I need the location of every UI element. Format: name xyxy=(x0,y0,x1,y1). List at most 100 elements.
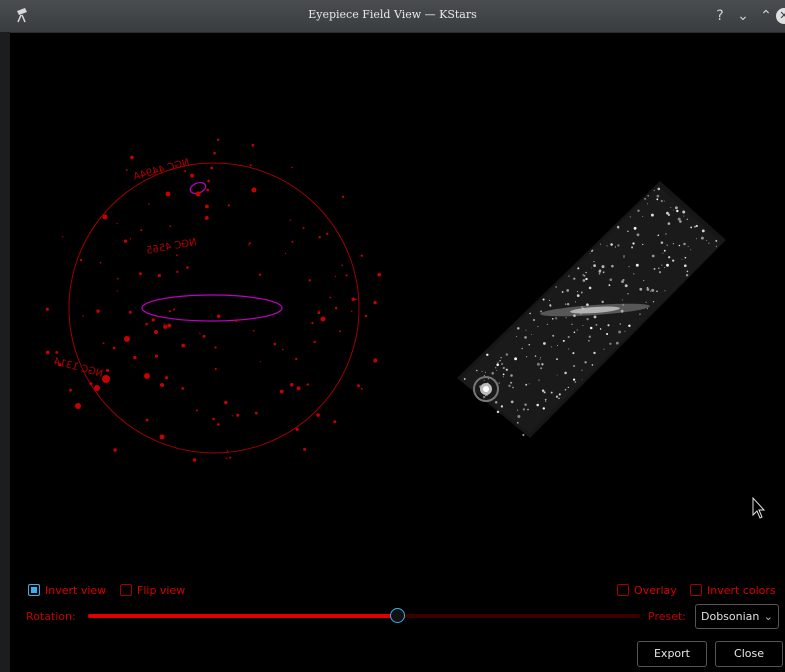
dss-star xyxy=(621,299,623,301)
star-dot xyxy=(168,310,171,313)
invert-view-label: Invert view xyxy=(45,583,107,597)
star-dot xyxy=(154,330,158,334)
minimize-button[interactable]: ⌄ xyxy=(733,6,753,26)
dss-star xyxy=(633,273,635,275)
star-dot xyxy=(326,232,329,235)
invert-view-checkbox[interactable]: Invert view xyxy=(28,583,106,597)
preset-select[interactable]: Dobsonian ⌄ xyxy=(695,604,779,629)
star-dot xyxy=(152,173,154,175)
dss-star xyxy=(527,408,529,411)
dss-star xyxy=(536,403,539,407)
star-dot xyxy=(377,272,382,277)
dss-star xyxy=(661,264,663,266)
star-dot xyxy=(216,314,221,319)
dss-star xyxy=(639,287,643,291)
dss-star xyxy=(653,267,656,270)
overlay-checkbox[interactable]: Overlay xyxy=(617,583,677,597)
dss-star xyxy=(545,400,547,402)
dss-star xyxy=(644,198,646,200)
dss-star xyxy=(695,238,698,240)
rotation-slider[interactable] xyxy=(88,614,640,618)
dss-star xyxy=(540,367,543,370)
dss-star xyxy=(683,242,686,246)
star-dot xyxy=(334,306,338,310)
dss-star xyxy=(619,323,621,325)
help-button[interactable]: ? xyxy=(710,6,730,26)
star-dot xyxy=(138,272,142,276)
dss-star xyxy=(510,381,513,384)
dss-star xyxy=(501,363,504,365)
dss-star xyxy=(573,365,576,367)
dss-star xyxy=(463,378,466,380)
window-title: Eyepiece Field View — KStars xyxy=(308,8,477,21)
dss-star xyxy=(666,263,669,267)
rotation-slider-fill xyxy=(88,614,398,618)
dss-star xyxy=(485,395,487,397)
dss-star xyxy=(539,358,541,360)
star-dot xyxy=(124,336,130,342)
dss-star xyxy=(549,305,552,307)
dss-star xyxy=(601,300,604,304)
close-window-button[interactable]: ✕ xyxy=(776,8,785,24)
dss-star xyxy=(598,272,601,275)
dss-star xyxy=(502,373,505,376)
dss-star xyxy=(482,395,486,399)
maximize-button[interactable]: ⌃ xyxy=(756,6,776,26)
star-dot xyxy=(125,169,128,171)
dss-star xyxy=(573,277,576,280)
dss-star xyxy=(558,397,560,400)
dss-star xyxy=(674,206,678,210)
star-dot xyxy=(148,203,150,205)
dss-star xyxy=(562,339,565,342)
dss-star xyxy=(499,360,501,362)
dss-star xyxy=(635,263,639,267)
star-dot xyxy=(373,358,378,363)
dss-star xyxy=(555,286,557,288)
dss-star xyxy=(588,339,590,342)
star-dot xyxy=(130,155,134,160)
title-bar[interactable]: Eyepiece Field View — KStars ? ⌄ ⌃ ✕ xyxy=(0,0,785,33)
dss-star xyxy=(576,294,580,297)
invert-colors-checkbox[interactable]: Invert colors xyxy=(690,583,776,597)
dss-star xyxy=(615,341,619,345)
star-dot xyxy=(236,413,240,417)
star-dot xyxy=(205,204,209,209)
star-dot xyxy=(320,316,326,322)
object-label: NGC 4565 xyxy=(146,237,198,257)
dss-star xyxy=(647,203,648,205)
dss-star xyxy=(574,381,577,383)
dss-star xyxy=(611,264,614,268)
flip-view-checkbox[interactable]: Flip view xyxy=(120,583,185,597)
dss-star xyxy=(622,278,625,282)
dss-star xyxy=(496,410,500,414)
dss-star xyxy=(636,233,640,237)
star-dot xyxy=(357,384,360,388)
preset-label: Preset: xyxy=(648,610,687,623)
dss-star xyxy=(593,315,597,319)
dss-star xyxy=(543,342,546,345)
close-button[interactable]: Close xyxy=(715,641,783,667)
star-dot xyxy=(145,322,148,326)
dss-star xyxy=(649,290,651,292)
rotation-slider-handle[interactable] xyxy=(390,608,406,623)
dss-star xyxy=(660,241,664,244)
dss-star xyxy=(650,213,654,217)
dss-star xyxy=(628,324,631,328)
dss-star xyxy=(494,401,498,404)
dss-star xyxy=(591,267,593,269)
export-button[interactable]: Export xyxy=(637,641,707,667)
star-dot xyxy=(234,319,238,322)
dss-star xyxy=(567,386,569,389)
star-dot xyxy=(116,277,119,280)
star-dot xyxy=(167,323,172,328)
dss-star xyxy=(642,243,644,246)
dss-star xyxy=(529,312,531,315)
dss-star xyxy=(616,225,620,229)
dss-star xyxy=(571,323,573,326)
dss-star xyxy=(558,393,561,396)
dss-star xyxy=(695,224,698,228)
dss-star xyxy=(572,352,575,355)
star-dot xyxy=(169,225,172,228)
dss-star xyxy=(656,198,659,201)
star-dot xyxy=(181,242,184,245)
